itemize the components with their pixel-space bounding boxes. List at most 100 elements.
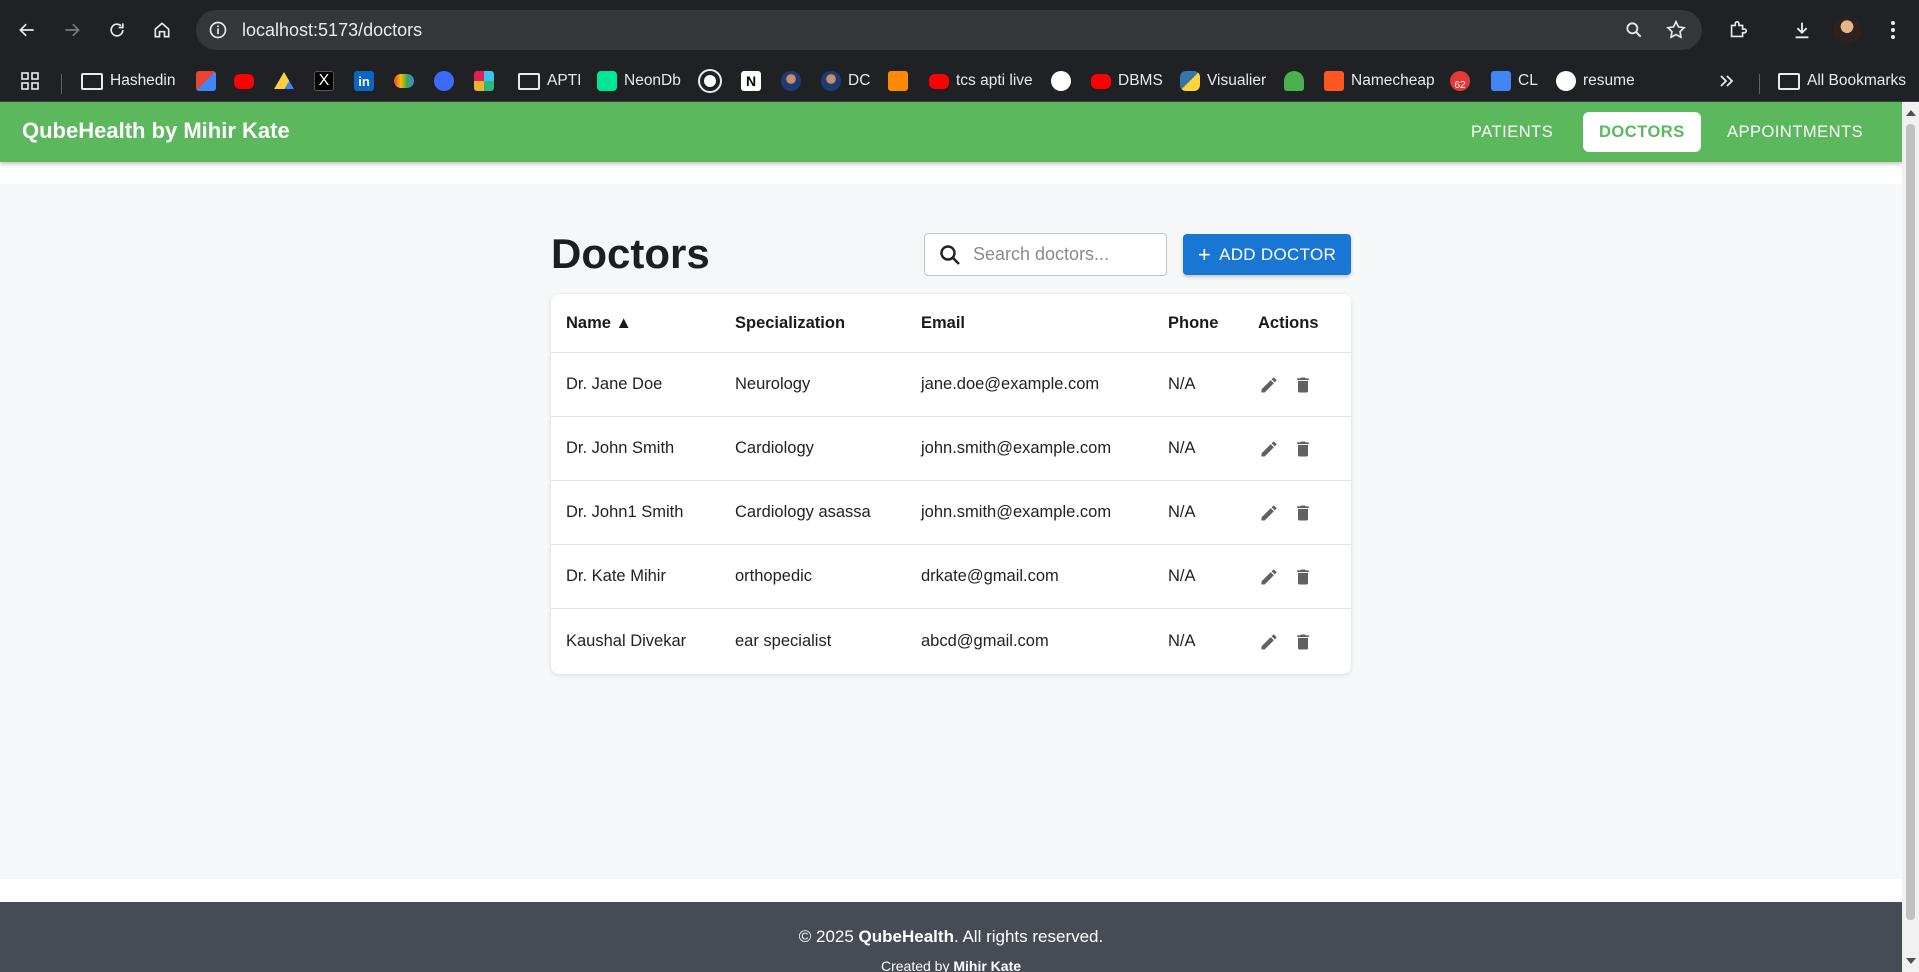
- doctor-specialization: ear specialist: [735, 632, 832, 650]
- download-icon[interactable]: [1786, 14, 1818, 46]
- site-info-icon[interactable]: [206, 18, 230, 42]
- bookmark-google-cloud[interactable]: [394, 68, 414, 94]
- reload-icon[interactable]: [101, 14, 133, 46]
- column-header-email: Email: [921, 313, 966, 332]
- page-footer: © 2025 QubeHealth. All rights reserved. …: [0, 902, 1902, 972]
- bookmark-hashedin[interactable]: Hashedin: [81, 68, 176, 94]
- profile-icon: [821, 71, 841, 91]
- bookmark-dc[interactable]: DC: [821, 68, 870, 94]
- profile-avatar[interactable]: [1833, 16, 1861, 44]
- profile-icon: [781, 71, 801, 91]
- table-row: Dr. Kate Mihir orthopedic drkate@gmail.c…: [551, 545, 1351, 609]
- add-doctor-button[interactable]: + ADD DOCTOR: [1183, 234, 1351, 275]
- bookmark-notification[interactable]: 62: [1450, 68, 1470, 94]
- column-header-name[interactable]: Name ▲: [566, 294, 632, 352]
- bookmark-kotak[interactable]: [434, 68, 454, 94]
- bookmark-apti[interactable]: APTI: [518, 68, 581, 94]
- delete-icon[interactable]: [1292, 566, 1314, 588]
- nav-patients[interactable]: PATIENTS: [1455, 112, 1569, 152]
- delete-icon[interactable]: [1292, 438, 1314, 460]
- search-icon: [937, 242, 963, 268]
- address-bar[interactable]: localhost:5173/doctors: [196, 10, 1702, 50]
- bookmark-openai[interactable]: [698, 68, 722, 94]
- nav-appointments[interactable]: APPOINTMENTS: [1711, 112, 1879, 152]
- bookmark-visualier[interactable]: Visualier: [1180, 68, 1266, 94]
- edit-icon[interactable]: [1258, 566, 1280, 588]
- row-actions: [1258, 417, 1314, 480]
- google-drive-icon: [274, 72, 294, 89]
- scrollbar-thumb[interactable]: [1906, 124, 1915, 920]
- bookmark-google-drive[interactable]: [274, 68, 294, 94]
- search-field[interactable]: [924, 233, 1167, 276]
- home-icon[interactable]: [146, 14, 178, 46]
- apps-icon[interactable]: [20, 68, 40, 94]
- row-actions: [1258, 545, 1314, 608]
- column-header-actions: Actions: [1258, 313, 1319, 332]
- zoom-icon[interactable]: [1622, 18, 1646, 42]
- bookmark-namecheap[interactable]: Namecheap: [1324, 68, 1435, 94]
- more-bookmarks-icon[interactable]: [1718, 68, 1734, 94]
- doctor-phone: N/A: [1168, 439, 1196, 457]
- bookmark-cl[interactable]: CL: [1491, 68, 1538, 94]
- page-viewport: QubeHealth by Mihir Kate PATIENTS DOCTOR…: [0, 102, 1902, 972]
- bookmark-github[interactable]: [1051, 68, 1071, 94]
- bookmark-box[interactable]: [888, 68, 908, 94]
- youtube-icon: [1091, 73, 1111, 89]
- folder-icon: [518, 72, 540, 90]
- bookmark-slack[interactable]: [474, 68, 494, 94]
- edit-icon[interactable]: [1258, 502, 1280, 524]
- search-input[interactable]: [973, 244, 1153, 265]
- column-header-specialization: Specialization: [735, 313, 846, 332]
- nav-doctors[interactable]: DOCTORS: [1583, 112, 1701, 152]
- bookmark-mushroom[interactable]: [1284, 68, 1304, 94]
- page-title: Doctors: [551, 230, 710, 277]
- github-icon: [1051, 71, 1071, 91]
- doctor-phone: N/A: [1168, 375, 1196, 393]
- scroll-up-icon[interactable]: [1906, 110, 1916, 116]
- youtube-icon: [234, 73, 254, 89]
- edit-icon[interactable]: [1258, 374, 1280, 396]
- url-text: localhost:5173/doctors: [242, 19, 423, 40]
- bookmark-x[interactable]: X: [314, 68, 334, 94]
- back-icon[interactable]: [11, 14, 43, 46]
- bookmark-profile[interactable]: [781, 68, 801, 94]
- bookmark-star-icon[interactable]: [1664, 18, 1688, 42]
- folder-icon: [81, 72, 103, 90]
- notion-icon: N: [741, 71, 761, 91]
- bookmarks-bar: Hashedin X in APTI NeonDb N DC tcs apti …: [0, 60, 1919, 102]
- delete-icon[interactable]: [1292, 502, 1314, 524]
- delete-icon[interactable]: [1292, 374, 1314, 396]
- menu-icon[interactable]: [1877, 14, 1909, 46]
- doctor-name: Kaushal Divekar: [566, 632, 687, 650]
- doctor-name: Dr. Kate Mihir: [566, 567, 666, 585]
- doctor-specialization: Cardiology: [735, 439, 814, 457]
- bookmark-dbms[interactable]: DBMS: [1091, 68, 1163, 94]
- bookmark-youtube[interactable]: [234, 68, 254, 94]
- bookmark-resume[interactable]: resume: [1556, 68, 1635, 94]
- page-scrollbar[interactable]: [1902, 102, 1919, 972]
- doctor-name: Dr. John Smith: [566, 439, 675, 457]
- scroll-down-icon[interactable]: [1906, 958, 1916, 964]
- table-row: Dr. John1 Smith Cardiology asassa john.s…: [551, 481, 1351, 545]
- doctor-specialization: Cardiology asassa: [735, 503, 871, 521]
- doctor-phone: N/A: [1168, 503, 1196, 521]
- doctor-phone: N/A: [1168, 632, 1196, 650]
- column-header-phone: Phone: [1168, 313, 1219, 332]
- doctor-specialization: orthopedic: [735, 567, 813, 585]
- bookmark-neondb[interactable]: NeonDb: [597, 68, 681, 94]
- doctors-table: Name ▲ Specialization Email Phone Action…: [551, 294, 1351, 674]
- bookmark-tcs-apti-live[interactable]: tcs apti live: [929, 68, 1033, 94]
- notification-icon: 62: [1450, 71, 1470, 91]
- bookmark-linkedin[interactable]: in: [354, 68, 374, 94]
- bookmark-notion[interactable]: N: [741, 68, 761, 94]
- row-actions: [1258, 481, 1314, 544]
- delete-icon[interactable]: [1292, 631, 1314, 653]
- edit-icon[interactable]: [1258, 631, 1280, 653]
- row-actions: [1258, 353, 1314, 416]
- all-bookmarks[interactable]: All Bookmarks: [1778, 68, 1906, 94]
- bookmark-gmail[interactable]: [196, 68, 216, 94]
- edit-icon[interactable]: [1258, 438, 1280, 460]
- folder-icon: [1778, 72, 1800, 90]
- bookmarks-separator: [61, 74, 62, 94]
- extensions-icon[interactable]: [1722, 14, 1754, 46]
